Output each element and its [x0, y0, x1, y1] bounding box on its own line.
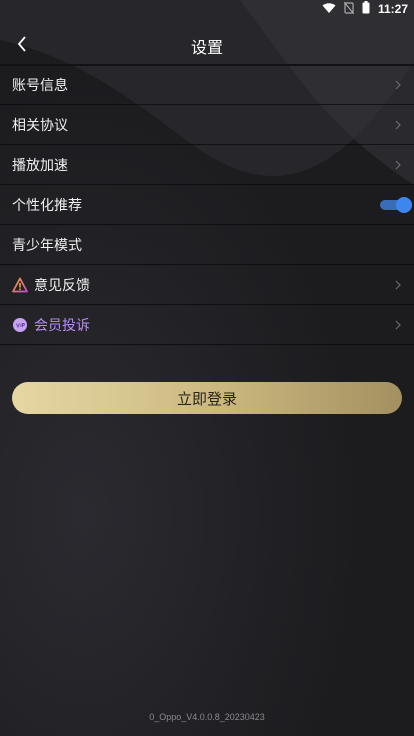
- menu-item-playback-acceleration[interactable]: 播放加速: [0, 145, 414, 185]
- top-nav-bar: 设置: [0, 22, 414, 66]
- toggle-knob: [396, 197, 412, 213]
- chevron-right-icon: [395, 120, 401, 130]
- status-time: 11:27: [377, 2, 408, 16]
- menu-item-teen-mode[interactable]: 青少年模式: [0, 225, 414, 265]
- chevron-right-icon: [395, 280, 401, 290]
- chevron-right-icon: [395, 320, 401, 330]
- menu-item-label: 意见反馈: [34, 277, 90, 294]
- menu-item-personalized-recommendation: 个性化推荐: [0, 185, 414, 225]
- battery-icon: [362, 1, 370, 17]
- menu-item-label: 相关协议: [12, 117, 68, 134]
- app-version-label: 0_Oppo_V4.0.0.8_20230423: [149, 712, 265, 722]
- chevron-right-icon: [395, 160, 401, 170]
- menu-item-feedback[interactable]: 意见反馈: [0, 265, 414, 305]
- menu-item-label: 账号信息: [12, 77, 68, 94]
- menu-item-label: 个性化推荐: [12, 197, 82, 214]
- menu-item-label: 青少年模式: [12, 237, 82, 254]
- page-title: 设置: [190, 38, 223, 57]
- menu-item-label: 播放加速: [12, 157, 68, 174]
- personalized-recommendation-toggle[interactable]: [380, 197, 412, 213]
- menu-item-vip-complaint[interactable]: 会员投诉: [0, 305, 414, 345]
- warning-triangle-icon: [12, 277, 28, 293]
- chevron-right-icon: [395, 80, 401, 90]
- settings-menu: 账号信息 相关协议 播放加速 个性化推荐 青少年模式 意见反馈 会员投诉: [0, 65, 414, 345]
- vip-badge-icon: [12, 317, 28, 333]
- menu-item-label: 会员投诉: [34, 317, 90, 334]
- login-button[interactable]: 立即登录: [12, 382, 402, 414]
- wifi-icon: [322, 2, 336, 17]
- menu-item-agreements[interactable]: 相关协议: [0, 105, 414, 145]
- status-bar: 11:27: [0, 0, 414, 18]
- menu-item-account-info[interactable]: 账号信息: [0, 65, 414, 105]
- no-sim-icon: [343, 1, 355, 17]
